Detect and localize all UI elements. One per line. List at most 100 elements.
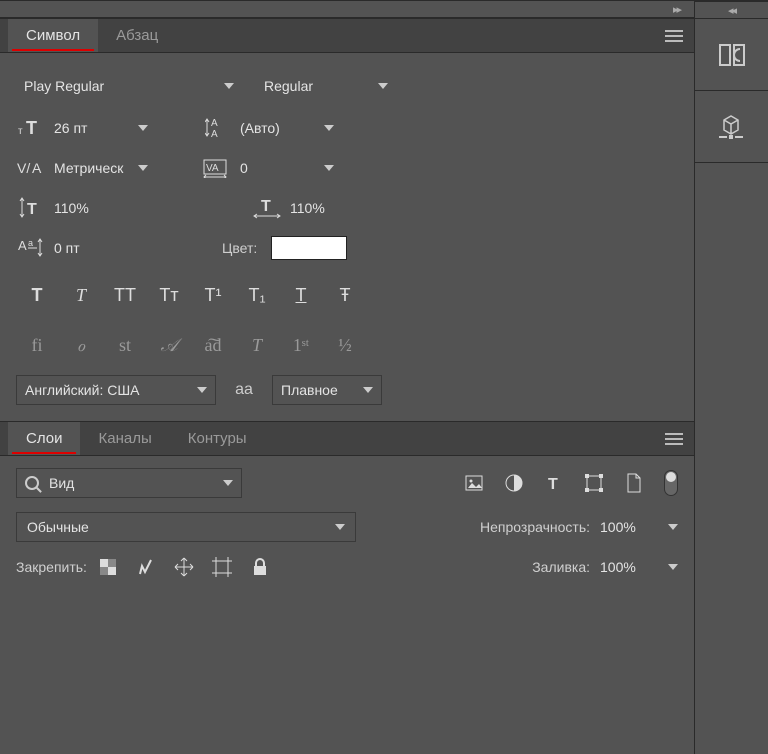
- svg-text:T: T: [26, 118, 37, 138]
- subscript-button[interactable]: T₁: [240, 281, 274, 309]
- chevron-down-icon: [324, 165, 334, 171]
- right-dock: ◂◂: [694, 0, 768, 754]
- leading-icon: AA: [202, 115, 232, 141]
- all-caps-button[interactable]: TT: [108, 281, 142, 309]
- kerning-value: Метрическ: [54, 160, 123, 176]
- kerning-field[interactable]: V/A Метрическ: [16, 155, 154, 181]
- svg-text:VA: VA: [206, 163, 219, 174]
- vertical-scale-field[interactable]: T 110%: [16, 195, 124, 221]
- chevron-down-icon: [223, 480, 233, 486]
- lock-all-icon[interactable]: [249, 556, 271, 578]
- horizontal-scale-field[interactable]: T 110%: [252, 195, 360, 221]
- antialias-dropdown[interactable]: Плавное: [272, 375, 382, 405]
- lock-icons: [97, 556, 271, 578]
- fill-field[interactable]: 100%: [600, 559, 678, 575]
- chevron-down-icon: [378, 83, 388, 89]
- filter-type-icon[interactable]: T: [544, 473, 564, 493]
- tracking-field[interactable]: VA 0: [202, 155, 340, 181]
- filter-shape-icon[interactable]: [584, 473, 604, 493]
- chevron-down-icon: [363, 387, 373, 393]
- svg-text:A: A: [211, 129, 218, 139]
- opacity-label: Непрозрачность:: [480, 519, 590, 535]
- language-dropdown[interactable]: Английский: США: [16, 375, 216, 405]
- expand-arrows-icon[interactable]: ◂◂: [728, 4, 735, 17]
- color-label: Цвет:: [222, 240, 257, 256]
- filter-adjustment-icon[interactable]: [504, 473, 524, 493]
- tracking-icon: VA: [202, 155, 232, 181]
- svg-text:T: T: [27, 201, 37, 218]
- small-caps-button[interactable]: Tᴛ: [152, 281, 186, 309]
- baseline-shift-field[interactable]: Aa 0 пт: [16, 235, 124, 261]
- layers-tab-bar: Слои Каналы Контуры: [0, 422, 694, 456]
- superscript-button[interactable]: T¹: [196, 281, 230, 309]
- svg-text:V/: V/: [17, 160, 30, 176]
- character-panel: Символ Абзац Play Regular Regular: [0, 18, 694, 421]
- vertical-scale-icon: T: [16, 195, 46, 221]
- font-style-dropdown[interactable]: Regular: [256, 71, 396, 101]
- faux-bold-button[interactable]: T: [20, 281, 54, 309]
- chevron-down-icon: [138, 165, 148, 171]
- layer-filter-value: Вид: [49, 475, 74, 491]
- svg-text:T: T: [261, 198, 271, 215]
- titling-alt-button[interactable]: T: [240, 331, 274, 359]
- font-size-icon: тT: [16, 115, 46, 141]
- top-strip: ▸▸: [0, 0, 694, 18]
- language-value: Английский: США: [25, 382, 140, 398]
- underline-button[interactable]: T: [284, 281, 318, 309]
- opacity-field[interactable]: 100%: [600, 519, 678, 535]
- svg-text:A: A: [18, 238, 27, 253]
- tracking-value: 0: [240, 160, 248, 176]
- blend-mode-dropdown[interactable]: Обычные: [16, 512, 356, 542]
- filter-pixel-icon[interactable]: [464, 473, 484, 493]
- tab-character[interactable]: Символ: [8, 19, 98, 52]
- lock-image-icon[interactable]: [135, 556, 157, 578]
- vertical-scale-value: 110%: [54, 200, 89, 216]
- fractions-button[interactable]: ½: [328, 331, 362, 359]
- leading-value: (Авто): [240, 120, 280, 136]
- collapse-arrows-icon[interactable]: ▸▸: [673, 3, 680, 16]
- filter-toggle[interactable]: [664, 470, 678, 496]
- faux-italic-button[interactable]: T: [64, 281, 98, 309]
- type-styles-row: T T TT Tᴛ T¹ T₁ T Ŧ: [16, 275, 414, 311]
- svg-text:A: A: [211, 118, 218, 129]
- kerning-icon: V/A: [16, 155, 46, 181]
- horizontal-scale-icon: T: [252, 195, 282, 221]
- strikethrough-button[interactable]: Ŧ: [328, 281, 362, 309]
- blend-mode-value: Обычные: [27, 519, 89, 535]
- contextual-alt-button[interactable]: ℴ: [64, 331, 98, 359]
- discretionary-lig-button[interactable]: st: [108, 331, 142, 359]
- char-tab-bar: Символ Абзац: [0, 19, 694, 53]
- chevron-down-icon: [668, 524, 678, 530]
- font-family-dropdown[interactable]: Play Regular: [16, 71, 242, 101]
- layers-panel-menu[interactable]: [654, 422, 694, 455]
- color-swatch[interactable]: [271, 236, 347, 260]
- menu-icon: [665, 433, 683, 445]
- tab-layers[interactable]: Слои: [8, 422, 80, 455]
- dock-paragraph-styles[interactable]: [695, 19, 768, 91]
- layers-panel: Слои Каналы Контуры Вид T: [0, 421, 694, 594]
- tab-paths[interactable]: Контуры: [170, 422, 265, 455]
- char-panel-menu[interactable]: [654, 19, 694, 52]
- fill-label: Заливка:: [532, 559, 590, 575]
- stylistic-alt-button[interactable]: a͠d: [196, 331, 230, 359]
- svg-text:т: т: [18, 126, 23, 137]
- tab-paragraph[interactable]: Абзац: [98, 19, 176, 52]
- lock-artboard-icon[interactable]: [211, 556, 233, 578]
- chevron-down-icon: [335, 524, 345, 530]
- baseline-shift-icon: Aa: [16, 235, 46, 261]
- menu-icon: [665, 30, 683, 42]
- layer-filter-dropdown[interactable]: Вид: [16, 468, 242, 498]
- lock-position-icon[interactable]: [173, 556, 195, 578]
- filter-smartobject-icon[interactable]: [624, 473, 644, 493]
- tab-channels[interactable]: Каналы: [80, 422, 169, 455]
- ordinals-button[interactable]: 1ˢᵗ: [284, 331, 318, 359]
- antialias-value: Плавное: [281, 382, 338, 398]
- font-size-field[interactable]: тT 26 пт: [16, 115, 154, 141]
- leading-field[interactable]: AA (Авто): [202, 115, 340, 141]
- swash-button[interactable]: 𝒜: [152, 331, 186, 359]
- lock-transparent-icon[interactable]: [97, 556, 119, 578]
- dock-3d-panel[interactable]: [695, 91, 768, 163]
- aa-icon: aa: [230, 381, 258, 399]
- ligatures-button[interactable]: fi: [20, 331, 54, 359]
- font-family-value: Play Regular: [24, 78, 104, 94]
